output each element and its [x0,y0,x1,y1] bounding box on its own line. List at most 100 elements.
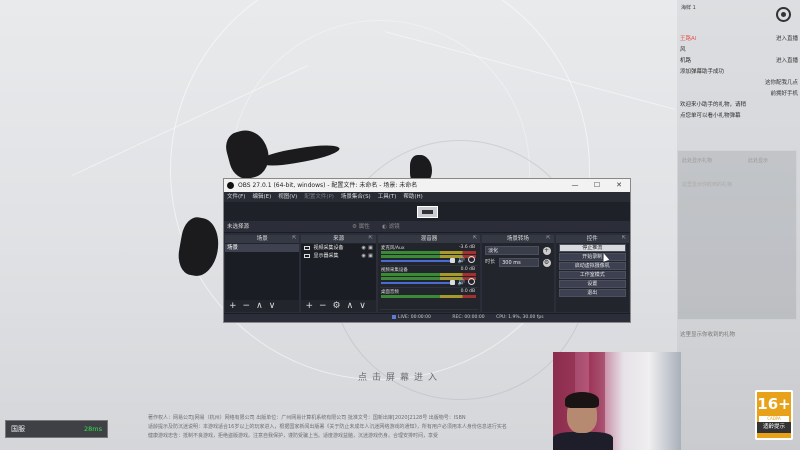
mixer-channels: 麦克风/Aux -3.6 dB 🔊 视频采集设备 0.0 dB 🔊 桌面音频 0… [377,244,481,312]
volume-slider-handle[interactable] [449,280,455,285]
sources-dock-title: 来源 [301,235,376,243]
undock-icon[interactable]: ⇱ [369,235,373,241]
sources-dock-footer: + − ⚙ ∧ ∨ [301,300,375,312]
live-status: LIVE: 00:00:00 [392,314,441,320]
lock-icon[interactable]: ▣ [368,244,373,252]
menu-scene-collection[interactable]: 场景集合(S) [341,192,371,202]
transition-select-row: 淡化 + [485,246,551,255]
chat-message: 添加弹幕助手成功 [680,69,725,75]
exit-button[interactable]: 退出 [558,289,626,297]
remove-icon[interactable]: − [243,300,251,312]
source-item[interactable]: 显示器采集 ◉ ▣ [301,252,375,260]
person-body [553,432,613,450]
visibility-eye-icon[interactable]: ◉ [362,244,366,252]
duration-input[interactable]: 300 ms [499,258,539,267]
start-recording-button[interactable]: 开始录制 [558,253,626,261]
undock-icon[interactable]: ⇱ [546,235,550,241]
controls-dock: 控件 ⇱ 停止推流 开始录制 启动虚拟摄像机 工作室模式 设置 退出 [555,235,629,312]
mixer-channel: 桌面音频 0.0 dB [379,288,479,310]
menu-help[interactable]: 帮助(H) [403,192,422,202]
scenes-dock-footer: + − ∧ ∨ [225,300,299,312]
gift-panel-tag: 此处显示 [748,158,769,164]
gift-panel: 此处显示礼物 此处显示 这里显示你收到的礼物 [677,150,797,320]
chat-list: 王路Al 进入直播 风 机路 进入直播 添加弹幕助手成功 这你配我几点 前拥好手机 … [680,34,798,122]
scenes-dock: 场景 ⇱ 场景 + − ∧ ∨ [225,235,300,312]
mixer-dock-title: 混音器 [377,235,481,243]
obs-docks: 场景 ⇱ 场景 + − ∧ ∨ 来源 ⇱ 视频采集设备 ◉ ▣ 显示器采集 ◉ … [224,233,630,312]
minimize-button[interactable]: — [564,179,586,192]
sources-list: 视频采集设备 ◉ ▣ 显示器采集 ◉ ▣ [301,244,376,300]
channel-db: -3.6 dB [458,245,476,250]
menu-tools[interactable]: 工具(T) [378,192,397,202]
properties-button[interactable]: ⚙ 属性 [352,221,370,233]
move-up-icon[interactable]: ∧ [256,300,263,312]
chat-message: 王路Al 进入直播 [680,36,798,42]
add-transition-icon[interactable]: + [542,247,551,255]
gear-icon[interactable] [467,256,475,263]
move-down-icon[interactable]: ∨ [269,300,276,312]
transition-select[interactable]: 淡化 [485,246,539,255]
lock-icon[interactable]: ▣ [368,252,373,260]
move-up-icon[interactable]: ∧ [347,300,354,312]
menu-view[interactable]: 视图(V) [278,192,297,202]
duration-row: 时长 300 ms ⚙ [485,258,551,267]
transitions-dock-title: 场景转场 [482,235,554,243]
mixer-dock: 混音器 ⇱ 麦克风/Aux -3.6 dB 🔊 视频采集设备 0.0 dB 🔊 … [377,235,481,312]
stop-streaming-button[interactable]: 停止推流 [558,244,626,252]
server-selector[interactable]: 国服 28ms [5,420,108,438]
move-down-icon[interactable]: ∨ [359,300,366,312]
menu-file[interactable]: 文件(F) [227,192,245,202]
scenes-dock-title: 场景 [225,235,300,243]
duration-label: 时长 [485,259,496,265]
age-rating-number: 16+ [757,395,791,413]
obs-logo-icon [227,182,234,189]
chat-message: 前拥好手机 [770,91,798,97]
start-virtual-camera-button[interactable]: 启动虚拟摄像机 [558,262,626,270]
age-notice-text: 适龄提示及防沉迷说明：本游戏适合16岁以上的玩家进入，根据国家新闻出版署《关于防… [148,424,507,430]
gear-icon[interactable] [467,278,475,285]
monitor-icon [304,253,311,258]
transitions-dock: 场景转场 ⇱ 淡化 + 时长 300 ms ⚙ [482,235,554,312]
volume-meter [380,251,476,254]
gear-icon[interactable]: ⚙ [542,259,551,267]
remove-icon[interactable]: − [319,300,327,312]
sources-dock: 来源 ⇱ 视频采集设备 ◉ ▣ 显示器采集 ◉ ▣ + − ⚙ ∧ ∨ [301,235,376,312]
close-button[interactable]: ✕ [608,179,630,192]
add-icon[interactable]: + [305,300,313,312]
obs-titlebar[interactable]: OBS 27.0.1 (64-bit, windows) - 配置文件: 未命名… [224,179,630,192]
speaker-icon[interactable]: 🔊 [458,257,465,264]
live-indicator-icon [392,314,396,319]
server-name: 国服 [11,425,25,433]
add-icon[interactable]: + [229,300,237,312]
menu-edit[interactable]: 编辑(E) [252,192,271,202]
undock-icon[interactable]: ⇱ [292,235,296,241]
obs-window[interactable]: OBS 27.0.1 (64-bit, windows) - 配置文件: 未命名… [223,178,631,323]
obs-preview[interactable] [224,202,630,221]
settings-gear-icon[interactable] [776,7,791,22]
mixer-channel: 麦克风/Aux -3.6 dB 🔊 [379,244,479,266]
maximize-button[interactable]: ☐ [586,179,608,192]
person-hair [565,392,599,408]
filters-button[interactable]: ◐ 滤镜 [382,221,400,233]
undock-icon[interactable]: ⇱ [622,235,626,241]
volume-slider[interactable] [380,260,453,262]
chat-message: 机路 进入直播 [680,58,798,64]
chat-message: 风 [680,47,686,53]
source-item[interactable]: 视频采集设备 ◉ ▣ [301,244,375,252]
undock-icon[interactable]: ⇱ [473,235,477,241]
volume-meter [380,273,476,276]
gear-icon[interactable]: ⚙ [333,300,341,312]
obs-window-title: OBS 27.0.1 (64-bit, windows) - 配置文件: 未命名… [238,182,418,189]
cpu-status: CPU: 1.9%, 30.00 fps [496,315,544,320]
menu-profile[interactable]: 配置文件(P) [304,192,334,202]
volume-slider[interactable] [380,282,453,284]
visibility-eye-icon[interactable]: ◉ [362,252,366,260]
scene-item[interactable]: 场景 [225,244,300,252]
speaker-icon[interactable]: 🔊 [458,279,465,286]
camera-icon [304,245,311,250]
webcam-feed [553,352,681,450]
studio-mode-button[interactable]: 工作室模式 [558,271,626,279]
settings-button[interactable]: 设置 [558,280,626,288]
chat-message: 这你配我几点 [764,80,798,86]
volume-slider-handle[interactable] [449,258,455,263]
